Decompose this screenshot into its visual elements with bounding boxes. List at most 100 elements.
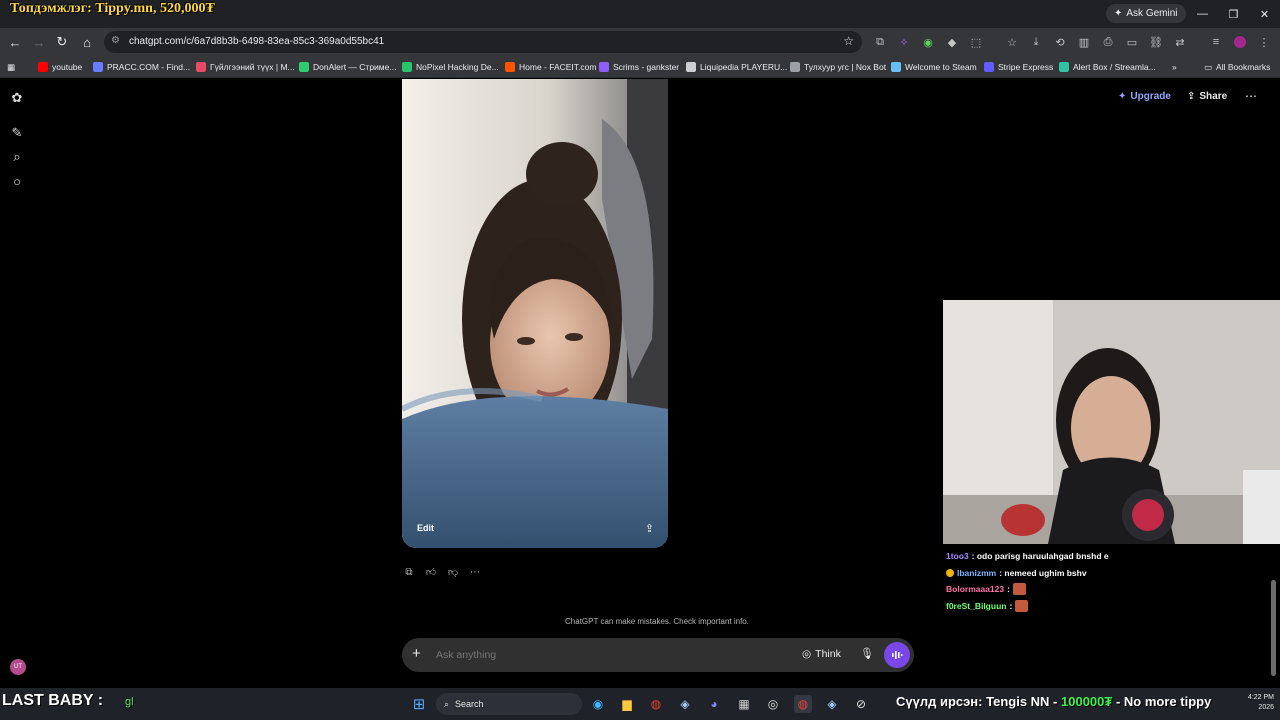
chat-message: Bolormaaa123 : <box>946 581 1276 598</box>
copy-icon[interactable]: ⧉ <box>402 565 416 579</box>
chat-text: : nemeed ughim bshv <box>999 567 1087 578</box>
voice-mode-button[interactable] <box>884 642 910 668</box>
image-share-icon[interactable]: ⇪ <box>645 522 654 535</box>
stream-last-baby-label: LAST BABY : gl <box>2 692 134 709</box>
bookmark-item[interactable]: Liquipedia PLAYERU... <box>686 60 787 74</box>
bookmark-item[interactable]: Alert Box / Streamla... <box>1059 60 1156 74</box>
composer: + ◎ Think 🎙︎ <box>402 638 914 672</box>
extension-icon[interactable]: ⧉ <box>872 34 888 50</box>
address-bar[interactable]: ⚙ chatgpt.com/c/6a7d8b3b-6498-83ea-85c3-… <box>104 31 862 53</box>
upgrade-button[interactable]: ✦ Upgrade <box>1118 91 1171 102</box>
windows-start-icon[interactable]: ⊞ <box>410 695 428 713</box>
gemini-icon: ✦ <box>1114 8 1123 19</box>
bookmarks-overflow-icon[interactable]: » <box>1172 60 1177 74</box>
minimize-icon[interactable]: — <box>1187 0 1218 28</box>
user-avatar[interactable]: UT <box>10 659 26 675</box>
extension-icon[interactable]: ✧ <box>896 34 912 50</box>
delete-icon[interactable]: ▥ <box>1076 34 1092 50</box>
bookmark-item[interactable]: Тулхуур угс | Nox Bot <box>790 60 886 74</box>
webcam-image <box>943 300 1280 544</box>
extensions-puzzle-icon[interactable]: ⬚ <box>968 34 984 50</box>
steam-icon[interactable]: ◈ <box>823 695 841 713</box>
menu-kebab-icon[interactable]: ⋮ <box>1256 34 1272 50</box>
discord-icon[interactable]: ◕ <box>705 695 723 713</box>
profile-avatar-icon[interactable] <box>1232 34 1248 50</box>
bookmark-item[interactable]: NoPixel Hacking De... <box>402 60 499 74</box>
history-icon[interactable]: ⟲ <box>1052 34 1068 50</box>
apps-grid-icon[interactable]: ▦ <box>7 60 15 74</box>
chat-username: 1too3 <box>946 551 969 562</box>
stream-last-donation: Сүүлд ирсэн: Tengis NN - 100000₮ - No mo… <box>896 694 1212 709</box>
all-bookmarks-button[interactable]: ▭ All Bookmarks <box>1204 60 1270 74</box>
chat-bubble-icon[interactable]: ○ <box>9 173 25 189</box>
edge-icon[interactable]: ◉ <box>589 695 607 713</box>
bookmark-star-icon[interactable]: ☆ <box>843 34 854 48</box>
chat-text: : odo parisg haruulahgad bnshd e <box>971 551 1109 562</box>
close-icon[interactable]: ✕ <box>1249 0 1280 28</box>
translate-icon[interactable]: ⇄ <box>1172 34 1188 50</box>
more-options-icon[interactable]: ⋯ <box>1245 89 1257 103</box>
message-actions: ⧉ 👍︎ 👎︎ ⋯ <box>402 565 482 579</box>
back-icon[interactable]: ← <box>5 32 25 52</box>
prompt-input[interactable] <box>436 649 756 661</box>
waveform-icon <box>892 651 903 659</box>
media-icon[interactable]: ≡ <box>1208 34 1224 50</box>
image-edit-button[interactable]: Edit <box>417 523 434 533</box>
microphone-icon[interactable]: 🎙︎ <box>860 647 874 660</box>
ask-gemini-button[interactable]: ✦ Ask Gemini <box>1106 4 1186 23</box>
reload-icon[interactable]: ↻ <box>52 32 72 52</box>
share-button[interactable]: ⇪ Share <box>1187 91 1227 102</box>
chrome-active-icon[interactable]: ◍ <box>794 695 812 713</box>
chrome-icon[interactable]: ◍ <box>647 695 665 713</box>
bookmark-item[interactable]: youtube <box>38 60 82 74</box>
bookmark-favicon <box>299 62 309 72</box>
cast-icon[interactable]: ▭ <box>1124 34 1140 50</box>
site-info-icon[interactable]: ⚙ <box>111 35 120 46</box>
print-icon[interactable]: ⎙ <box>1100 34 1116 50</box>
more-actions-icon[interactable]: ⋯ <box>468 565 482 579</box>
calculator-icon[interactable]: ▦ <box>735 695 753 713</box>
bookmark-favicon <box>38 62 48 72</box>
generated-image[interactable]: Edit ⇪ <box>402 79 668 548</box>
chat-emote-icon <box>1015 599 1029 612</box>
bookmark-favicon <box>686 62 696 72</box>
bookmark-item[interactable]: Scrims - gankster <box>599 60 679 74</box>
taskbar-clock[interactable]: 4:22 PM 2026 <box>1248 693 1274 713</box>
bookmark-favicon <box>790 62 800 72</box>
bookmark-item[interactable]: Stripe Express <box>984 60 1053 74</box>
search-icon[interactable]: ⌕ <box>9 149 25 165</box>
steam-icon[interactable]: ◈ <box>676 695 694 713</box>
favorites-icon[interactable]: ☆ <box>1004 34 1020 50</box>
thumbs-down-icon[interactable]: 👎︎ <box>446 565 460 579</box>
attach-plus-icon[interactable]: + <box>412 645 421 662</box>
bookmark-item[interactable]: Home - FACEIT.com <box>505 60 596 74</box>
openai-logo-icon[interactable]: ✿ <box>9 90 25 106</box>
file-explorer-icon[interactable]: ▆ <box>618 695 636 713</box>
page-scrollbar[interactable] <box>1271 580 1276 676</box>
chat-message: 1too3 : odo parisg haruulahgad bnshd e <box>946 548 1276 565</box>
extension-icon[interactable]: ◉ <box>920 34 936 50</box>
home-icon[interactable]: ⌂ <box>77 32 97 52</box>
bookmark-item[interactable]: Welcome to Steam <box>891 60 977 74</box>
bookmarks-bar: ▦ youtube PRACC.COM - Find... Гүйлгээний… <box>0 56 1280 78</box>
sparkle-icon: ✦ <box>1118 91 1127 102</box>
new-chat-icon[interactable]: ✎ <box>9 125 25 141</box>
stream-top-banner: Топдэмжлэг: Tippy.mn, 520,000₮ <box>10 1 215 16</box>
search-icon: ⌕ <box>444 698 450 709</box>
app-icon[interactable]: ⊘ <box>852 695 870 713</box>
link-icon[interactable]: ⛓ <box>1148 34 1164 50</box>
browser-toolbar: ← → ↻ ⌂ ⚙ chatgpt.com/c/6a7d8b3b-6498-83… <box>0 28 1280 56</box>
taskbar-search[interactable]: ⌕ Search <box>436 693 582 715</box>
think-button[interactable]: ◎ Think <box>802 648 841 660</box>
bookmark-item[interactable]: PRACC.COM - Find... <box>93 60 190 74</box>
download-icon[interactable]: ⤓ <box>1028 34 1044 50</box>
extension-icon[interactable]: ◆ <box>944 34 960 50</box>
forward-icon[interactable]: → <box>29 32 49 52</box>
bookmark-item[interactable]: DonAlert — Стриме... <box>299 60 396 74</box>
obs-icon[interactable]: ◎ <box>764 695 782 713</box>
chat-text: : <box>1007 584 1010 595</box>
thumbs-up-icon[interactable]: 👍︎ <box>424 565 438 579</box>
bookmark-item[interactable]: Гүйлгээний түүх | M... <box>196 60 295 74</box>
restore-icon[interactable]: ❐ <box>1218 0 1249 28</box>
chat-message: Ibanizmm : nemeed ughim bshv <box>946 565 1276 582</box>
